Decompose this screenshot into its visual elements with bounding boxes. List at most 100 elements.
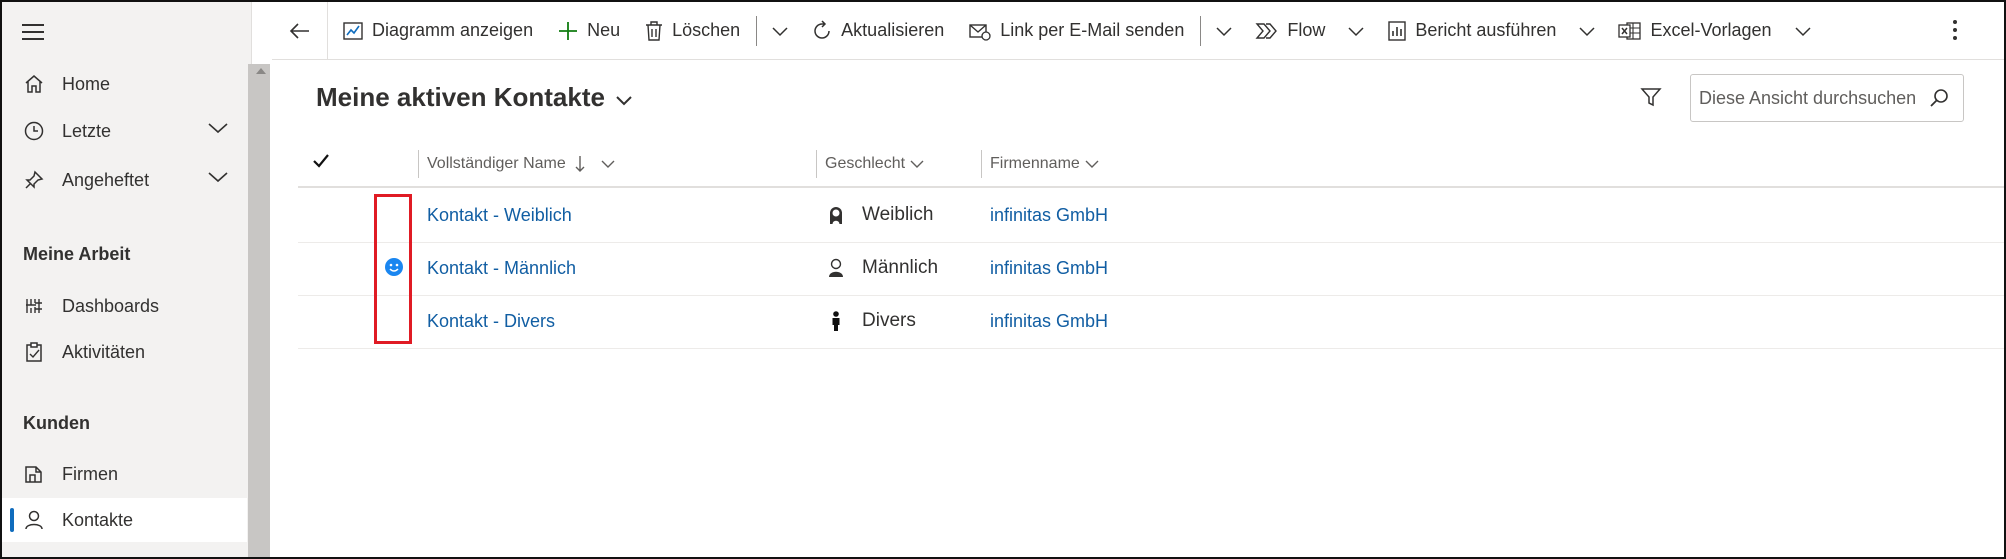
view-selector[interactable]: Meine aktiven Kontakte [316,82,633,113]
view-title: Meine aktiven Kontakte [316,82,605,112]
chevron-down-icon [1579,26,1595,36]
sidebar-item-companies[interactable]: Firmen [2,452,247,496]
new-button[interactable]: Neu [545,2,632,60]
section-heading-customers: Kunden [23,413,90,433]
filter-icon[interactable] [1640,86,1662,113]
chart-icon [342,20,364,42]
sidebar-item-label: Home [62,73,111,94]
trash-icon [644,20,664,42]
building-icon [22,462,46,486]
sidebar-item-home[interactable]: Home [2,62,247,106]
chevron-down-icon [615,82,633,113]
sidebar-item-label: Firmen [62,463,119,484]
report-dropdown[interactable] [1568,2,1606,60]
sidebar-item-contacts[interactable]: Kontakte [2,498,247,542]
run-report-button[interactable]: Bericht ausführen [1375,2,1568,60]
email-more-dropdown[interactable] [1205,2,1243,60]
more-options-icon[interactable] [1952,18,1958,47]
gender-value: Männlich [862,257,939,278]
chevron-down-icon [600,159,616,169]
more-actions-dropdown[interactable] [761,2,799,60]
select-all-checkmark-icon[interactable] [312,152,330,175]
column-header-gender[interactable]: Geschlecht [815,142,925,186]
smiley-icon [384,257,404,277]
sidebar-item-label: Aktivitäten [62,341,146,362]
grid-header: Vollständiger Name Geschlecht Firmenname [298,142,2004,188]
company-link[interactable]: infinitas GmbH [990,311,1108,332]
sidebar-item-recent[interactable]: Letzte [2,109,247,153]
email-link-button[interactable]: Link per E-Mail senden [956,2,1196,60]
column-header-label: Geschlecht [825,155,906,172]
table-row[interactable]: Kontakt - Divers Divers infinitas GmbH [298,296,2004,349]
flow-dropdown[interactable] [1337,2,1375,60]
delete-label: Löschen [672,20,741,40]
search-icon[interactable] [1929,88,1949,113]
section-heading-work: Meine Arbeit [23,244,131,264]
company-link[interactable]: infinitas GmbH [990,205,1108,226]
toolbar-separator [756,15,758,46]
refresh-button[interactable]: Aktualisieren [799,2,956,60]
chevron-down-icon [1084,159,1100,169]
column-header-label: Firmenname [990,155,1080,172]
column-header-company[interactable]: Firmenname [981,142,1100,186]
table-row[interactable]: Kontakt - Weiblich Weiblich infinitas Gm… [298,190,2004,243]
toolbar-separator [1200,15,1202,46]
chevron-down-icon [909,159,925,169]
pin-icon [22,168,46,192]
scroll-up-arrow-icon[interactable] [256,68,266,74]
chevron-down-icon [772,26,788,36]
back-button[interactable] [272,2,328,60]
female-icon [826,204,846,226]
sidebar-item-activities[interactable]: Aktivitäten [2,330,247,374]
app-frame: Home Letzte Angeheftet Meine Arbeit Dash… [0,0,2006,559]
refresh-label: Aktualisieren [841,20,945,40]
excel-dropdown[interactable] [1784,2,1822,60]
chevron-down-icon [1348,26,1364,36]
sidebar: Home Letzte Angeheftet Meine Arbeit Dash… [2,2,252,557]
sidebar-item-label: Letzte [62,120,112,141]
column-header-label: Vollständiger Name [427,155,566,172]
person-icon [22,508,46,532]
sidebar-item-dashboards[interactable]: Dashboards [2,284,247,328]
refresh-icon [811,19,833,42]
table-row[interactable]: Kontakt - Männlich Männlich infinitas Gm… [298,243,2004,296]
chevron-down-icon[interactable] [207,170,229,189]
sidebar-item-label: Dashboards [62,295,160,316]
contact-name-link[interactable]: Kontakt - Weiblich [427,205,572,226]
flow-button[interactable]: Flow [1243,2,1337,60]
arrow-left-icon [289,22,309,39]
male-icon [826,257,846,279]
show-chart-button[interactable]: Diagramm anzeigen [328,2,545,60]
plus-icon [557,20,579,42]
email-link-icon [968,20,992,42]
gender-value: Weiblich [862,204,934,225]
excel-icon [1618,20,1642,42]
gender-value: Divers [862,310,916,331]
hamburger-menu-icon[interactable] [22,24,44,40]
show-chart-label: Diagramm anzeigen [372,20,534,40]
contact-name-link[interactable]: Kontakt - Divers [427,311,555,332]
company-link[interactable]: infinitas GmbH [990,258,1108,279]
report-icon [1387,20,1407,42]
sidebar-item-label: Kontakte [62,509,134,530]
chevron-down-icon [1216,26,1232,36]
new-label: Neu [587,20,621,40]
search-input[interactable] [1699,85,1921,111]
column-header-name[interactable]: Vollständiger Name [418,142,616,186]
sort-descending-icon [574,155,586,173]
chevron-down-icon[interactable] [207,121,229,140]
delete-button[interactable]: Löschen [632,2,752,60]
email-link-label: Link per E-Mail senden [1000,20,1185,40]
sidebar-item-pinned[interactable]: Angeheftet [2,158,247,202]
run-report-label: Bericht ausführen [1415,20,1557,40]
excel-templates-label: Excel-Vorlagen [1650,20,1772,40]
diverse-icon [826,310,846,332]
dashboard-icon [22,294,46,318]
flow-label: Flow [1287,20,1326,40]
excel-templates-button[interactable]: Excel-Vorlagen [1606,2,1783,60]
chevron-down-icon [1795,26,1811,36]
sidebar-scrollbar[interactable] [248,64,270,557]
contact-name-link[interactable]: Kontakt - Männlich [427,258,576,279]
flow-icon [1255,21,1279,41]
view-search-box[interactable] [1690,74,1964,122]
